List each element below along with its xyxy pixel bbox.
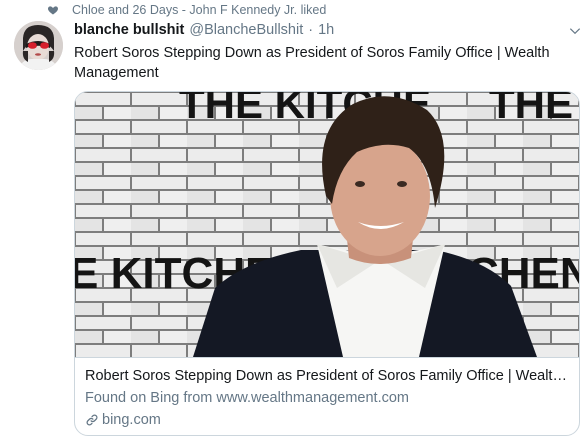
- author-handle[interactable]: @BlancheBullshit: [189, 22, 303, 38]
- link-card[interactable]: THE KITCHE THE K E KITCHEN CHEN Robert S…: [74, 91, 580, 436]
- backdrop-text-top-right: THE K: [489, 92, 579, 127]
- avatar-image: [14, 21, 63, 70]
- card-title: Robert Soros Stepping Down as President …: [85, 368, 571, 384]
- card-domain-text: bing.com: [102, 412, 161, 428]
- link-icon: [86, 414, 98, 426]
- card-description: Found on Bing from www.wealthmanagement.…: [85, 390, 409, 406]
- author-name[interactable]: blanche bullshit: [74, 22, 184, 38]
- card-domain: bing.com: [85, 411, 161, 429]
- tweet-time[interactable]: 1h: [318, 22, 334, 38]
- card-image: THE KITCHE THE K E KITCHEN CHEN: [75, 92, 579, 357]
- social-context-text: Chloe and 26 Days - John F Kennedy Jr. l…: [72, 3, 327, 17]
- heart-icon: [48, 6, 58, 15]
- tweet-header: blanche bullshit @BlancheBullshit · 1h: [74, 22, 566, 42]
- chevron-down-icon[interactable]: [568, 24, 582, 38]
- time-separator: ·: [308, 22, 314, 38]
- social-context[interactable]: Chloe and 26 Days - John F Kennedy Jr. l…: [48, 1, 327, 19]
- card-body: Robert Soros Stepping Down as President …: [75, 357, 579, 435]
- avatar[interactable]: [14, 21, 63, 70]
- tweet-text: Robert Soros Stepping Down as President …: [74, 45, 550, 81]
